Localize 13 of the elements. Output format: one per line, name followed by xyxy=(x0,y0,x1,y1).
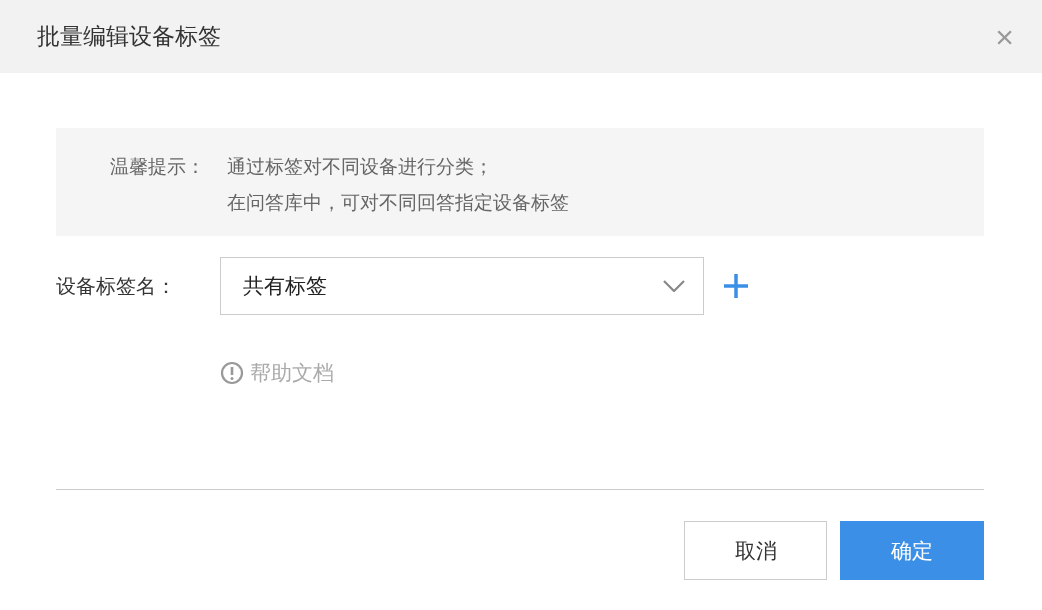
chevron-down-icon xyxy=(663,280,685,292)
tip-text: 在问答库中，可对不同回答指定设备标签 xyxy=(227,190,569,215)
field-label: 设备标签名： xyxy=(56,272,177,300)
help-link[interactable]: 帮助文档 xyxy=(250,359,334,387)
tip-label: 温馨提示： xyxy=(109,154,205,179)
close-button[interactable]: × xyxy=(995,20,1014,53)
add-icon[interactable] xyxy=(723,273,749,299)
dialog-title: 批量编辑设备标签 xyxy=(37,22,221,51)
info-icon xyxy=(220,361,244,385)
tip-text: 通过标签对不同设备进行分类； xyxy=(227,154,494,179)
cancel-button[interactable]: 取消 xyxy=(684,521,827,580)
tag-select[interactable]: 共有标签 xyxy=(220,257,704,315)
confirm-button[interactable]: 确定 xyxy=(840,521,984,580)
